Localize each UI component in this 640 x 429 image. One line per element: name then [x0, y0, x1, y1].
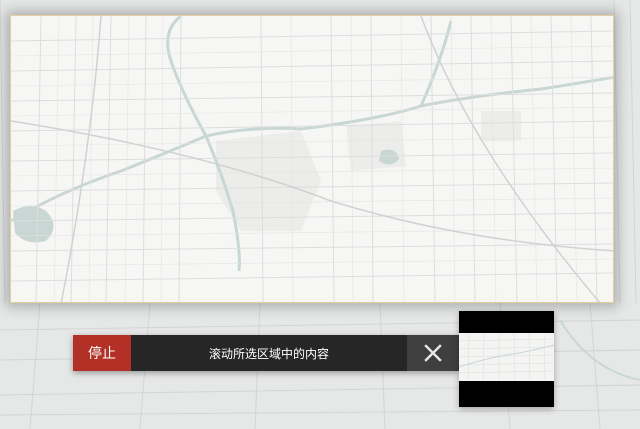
scroll-capture-toolbar: 停止 滚动所选区域中的内容: [73, 335, 459, 371]
screen: 停止 滚动所选区域中的内容: [0, 0, 640, 429]
stop-button-label: 停止: [88, 345, 116, 361]
preview-map: [459, 333, 554, 381]
stop-button[interactable]: 停止: [73, 335, 131, 371]
scroll-hint-text: 滚动所选区域中的内容: [208, 346, 329, 361]
close-icon: [424, 344, 442, 362]
close-button[interactable]: [407, 335, 459, 371]
capture-preview: [459, 311, 554, 407]
scroll-hint: 滚动所选区域中的内容: [131, 335, 407, 371]
selected-map: [11, 16, 613, 302]
selected-region[interactable]: [10, 15, 614, 303]
